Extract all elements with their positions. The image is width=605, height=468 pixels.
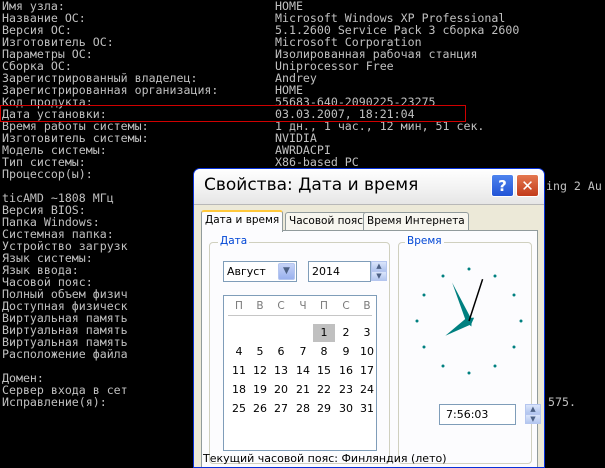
time-group-label: Время — [405, 235, 444, 247]
time-spinner[interactable]: ▲ ▼ — [525, 404, 541, 425]
clock-hour-mark — [415, 319, 419, 323]
calendar-day[interactable]: 4 — [228, 343, 250, 361]
calendar-day[interactable]: 2 — [335, 324, 357, 342]
date-time-properties-dialog: Свойства: Дата и время ? ✕ Дата и время … — [193, 168, 545, 468]
console-line: Расположение файла — [2, 348, 128, 360]
clock-hour-mark — [512, 345, 516, 349]
calendar-day[interactable]: 29 — [313, 400, 335, 418]
close-button[interactable]: ✕ — [516, 174, 539, 197]
clock-hour-mark — [441, 364, 445, 368]
calendar-divider — [228, 315, 372, 316]
calendar-day[interactable]: 22 — [313, 381, 335, 399]
month-select[interactable]: Август ▼ — [223, 261, 297, 282]
calendar-day[interactable]: 21 — [292, 381, 314, 399]
calendar-day-selected[interactable]: 1 — [313, 324, 335, 342]
console-fragment: 575. — [548, 395, 576, 409]
calendar-day[interactable]: 18 — [228, 381, 250, 399]
help-icon: ? — [498, 176, 507, 195]
console-label: Исправление(я): — [2, 395, 107, 409]
weekday-header: В — [256, 300, 264, 312]
calendar-day[interactable]: 28 — [292, 400, 314, 418]
console-label: Процессор(ы): — [2, 167, 93, 181]
calendar-day[interactable]: 15 — [313, 362, 335, 380]
weekday-header: П — [320, 300, 328, 312]
spin-up-icon[interactable]: ▲ — [371, 261, 387, 271]
help-button[interactable]: ? — [491, 174, 514, 197]
calendar-day[interactable]: 8 — [313, 343, 335, 361]
clock-hour-mark — [422, 345, 426, 349]
dialog-title: Свойства: Дата и время — [204, 175, 419, 195]
calendar-day[interactable]: 31 — [356, 400, 378, 418]
calendar-day[interactable]: 7 — [292, 343, 314, 361]
time-spin-down-icon[interactable]: ▼ — [525, 414, 541, 424]
calendar-day[interactable]: 17 — [356, 362, 378, 380]
time-group: Время 7:56:03 ▲ ▼ — [398, 235, 541, 464]
clock-hour-mark — [467, 371, 471, 375]
chevron-down-icon[interactable]: ▼ — [278, 263, 295, 280]
time-value: 7:56:03 — [446, 408, 489, 421]
calendar-day[interactable]: 16 — [335, 362, 357, 380]
calendar-day[interactable]: 5 — [249, 343, 271, 361]
weekday-header: С — [277, 300, 285, 312]
weekday-header: Ч — [299, 300, 307, 312]
console-line: Исправление(я): 575. — [2, 395, 576, 409]
date-group-label: Дата — [218, 235, 250, 247]
clock-hour-mark — [441, 274, 445, 278]
console-line: Процессор(ы): — [2, 168, 93, 180]
calendar-day[interactable]: 19 — [249, 381, 271, 399]
time-spin-up-icon[interactable]: ▲ — [525, 404, 541, 414]
calendar-day[interactable]: 26 — [249, 400, 271, 418]
calendar-day[interactable]: 20 — [270, 381, 292, 399]
clock-hour-mark — [467, 267, 471, 271]
calendar-day[interactable]: 6 — [270, 343, 292, 361]
weekday-header: В — [363, 300, 371, 312]
console-value: X86-based PC — [275, 155, 359, 169]
clock-hour-mark — [512, 293, 516, 297]
tab-time-zone[interactable]: Часовой пояс — [285, 212, 367, 231]
weekday-header: С — [342, 300, 350, 312]
weekday-header: П — [235, 300, 243, 312]
dialog-titlebar[interactable]: Свойства: Дата и время ? ✕ — [194, 169, 544, 205]
calendar-day[interactable]: 14 — [292, 362, 314, 380]
calendar-day[interactable]: 11 — [228, 362, 250, 380]
date-group: Дата Август ▼ 2014 ▲ ▼ ПВСЧПСВ1234567891… — [209, 235, 390, 464]
calendar-day[interactable]: 25 — [228, 400, 250, 418]
year-value: 2014 — [312, 265, 340, 278]
clock-hour-mark — [493, 364, 497, 368]
spin-down-icon[interactable]: ▼ — [371, 271, 387, 281]
month-calendar[interactable]: П В С Ч П С В 1 2 3 4 5 6 7 8 9 10 11 12 13 14 15 16 17 18 19 20 21… — [223, 295, 377, 451]
calendar-day[interactable]: 13 — [270, 362, 292, 380]
year-spinner[interactable]: ▲ ▼ — [371, 261, 387, 282]
month-value: Август — [227, 265, 266, 278]
calendar-day[interactable]: 10 — [356, 343, 378, 361]
calendar-day[interactable]: 30 — [335, 400, 357, 418]
calendar-day[interactable]: 27 — [270, 400, 292, 418]
console-label: Расположение файла — [2, 347, 128, 361]
calendar-day[interactable]: 9 — [335, 343, 357, 361]
analog-clock — [415, 267, 523, 375]
calendar-day[interactable]: 3 — [356, 324, 378, 342]
close-icon: ✕ — [521, 176, 534, 195]
calendar-day[interactable]: 12 — [249, 362, 271, 380]
tab-date-time[interactable]: Дата и время — [201, 210, 284, 232]
year-field[interactable]: 2014 — [308, 261, 371, 282]
clock-hour-mark — [493, 274, 497, 278]
clock-hour-mark — [519, 319, 523, 323]
console-fragment: ing 2 Au — [546, 179, 602, 193]
time-field[interactable]: 7:56:03 — [439, 404, 516, 425]
tab-panel: Дата Август ▼ 2014 ▲ ▼ ПВСЧПСВ1234567891… — [201, 230, 541, 467]
calendar-day[interactable]: 24 — [356, 381, 378, 399]
calendar-day[interactable]: 23 — [335, 381, 357, 399]
clock-second-hand — [468, 278, 484, 322]
tab-internet-time[interactable]: Время Интернета — [363, 212, 469, 231]
clock-hour-mark — [422, 293, 426, 297]
